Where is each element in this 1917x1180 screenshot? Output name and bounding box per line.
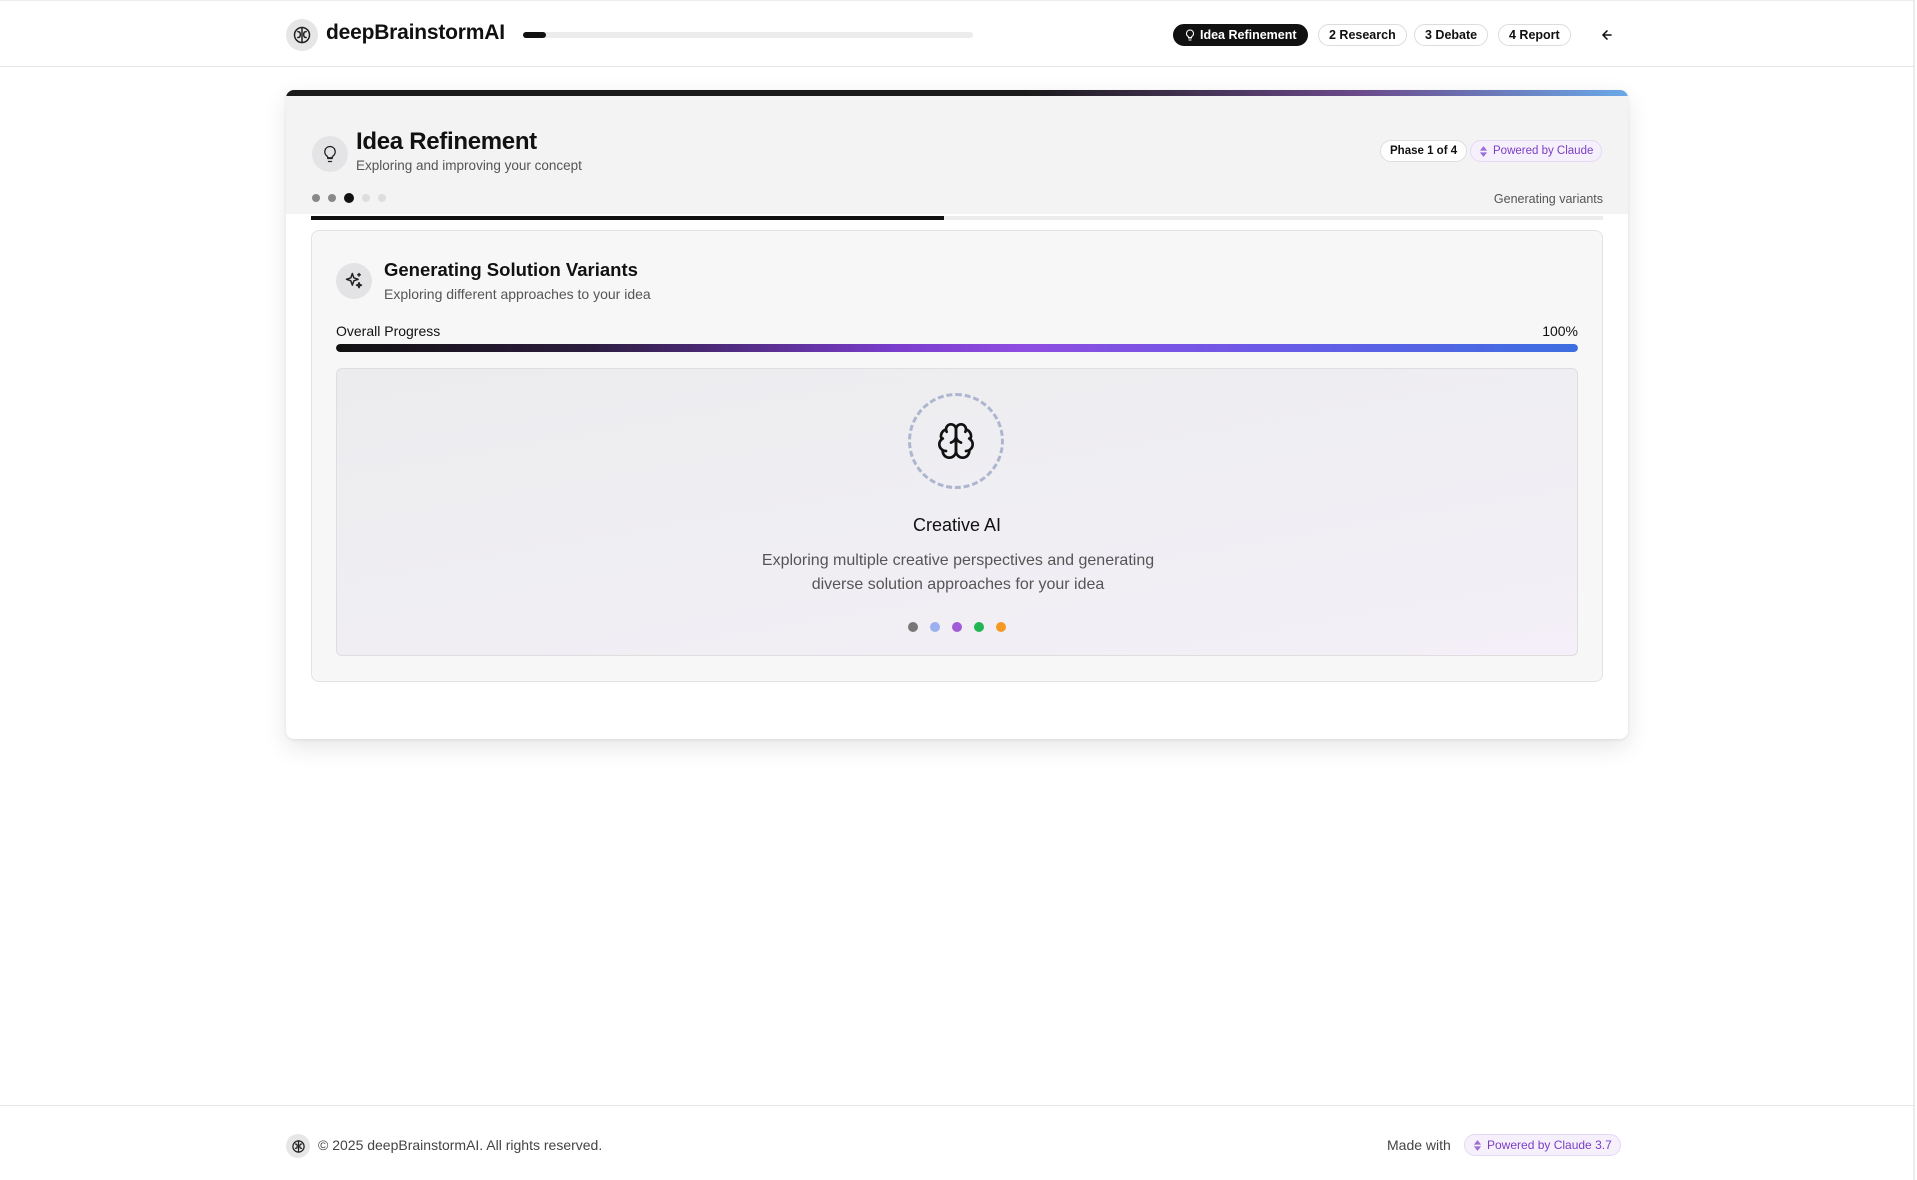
variants-title: Generating Solution Variants — [384, 259, 638, 280]
loading-dot — [996, 622, 1006, 632]
step-dot-current — [344, 193, 354, 203]
powered-by-badge[interactable]: Powered by Claude 3.7 — [1464, 1134, 1621, 1156]
nav-label: 3 Debate — [1425, 28, 1478, 42]
nav-label: 4 Report — [1509, 28, 1560, 42]
phase-progress-fill — [311, 216, 944, 220]
overall-progress-fill — [336, 344, 1578, 352]
lightbulb-icon — [1186, 29, 1194, 41]
loading-dot — [974, 622, 984, 632]
nav-label: 2 Research — [1329, 28, 1396, 42]
loading-dots — [337, 622, 1577, 632]
brand-name[interactable]: deepBrainstormAI — [326, 21, 505, 45]
sort-arrows-icon — [1473, 1139, 1482, 1151]
top-progress-bar — [523, 32, 973, 38]
loading-dot — [930, 622, 940, 632]
phase-header: Idea Refinement Exploring and improving … — [286, 96, 1628, 220]
creative-ai-panel: Creative AI Exploring multiple creative … — [336, 368, 1578, 656]
step-indicator — [312, 193, 386, 203]
arrow-left-icon — [1602, 30, 1612, 40]
creative-ai-title: Creative AI — [912, 515, 1002, 535]
phase-progress-bar — [311, 216, 1603, 220]
nav-label: Idea Refinement — [1200, 28, 1297, 42]
back-button[interactable] — [1595, 23, 1619, 47]
footer: © 2025 deepBrainstormAI. All rights rese… — [0, 1105, 1915, 1180]
overall-progress-value: 100% — [1542, 323, 1578, 339]
sparkles-icon — [336, 263, 372, 299]
nav-research[interactable]: 2 Research — [1318, 24, 1407, 46]
powered-by-label: Powered by Claude — [1493, 145, 1594, 157]
nav-report[interactable]: 4 Report — [1498, 24, 1571, 46]
made-with-text: Made with — [1387, 1137, 1451, 1153]
sort-arrows-icon — [1479, 145, 1488, 157]
brain-icon — [286, 1134, 310, 1158]
nav-idea-refinement[interactable]: Idea Refinement — [1173, 24, 1308, 46]
step-dot — [312, 194, 320, 202]
nav-debate[interactable]: 3 Debate — [1414, 24, 1489, 46]
step-status: Generating variants — [1493, 192, 1603, 206]
loading-dot — [908, 622, 918, 632]
overall-progress-bar — [336, 344, 1578, 352]
top-progress-fill — [523, 32, 546, 38]
brain-icon — [908, 393, 1004, 489]
phase-subtitle: Exploring and improving your concept — [356, 158, 582, 173]
step-dot — [378, 194, 386, 202]
brain-icon[interactable] — [286, 19, 318, 51]
step-dot — [362, 194, 370, 202]
phase-title: Idea Refinement — [356, 128, 537, 155]
powered-by-label: Powered by Claude 3.7 — [1487, 1138, 1612, 1152]
app-page: deepBrainstormAI Idea Refinement 2 Resea… — [0, 0, 1917, 1180]
step-dot — [328, 194, 336, 202]
lightbulb-icon — [312, 136, 348, 172]
overall-progress-label: Overall Progress — [336, 323, 441, 339]
copyright-text: © 2025 deepBrainstormAI. All rights rese… — [318, 1137, 603, 1153]
phase-badge: Phase 1 of 4 — [1380, 140, 1468, 162]
variants-subtitle: Exploring different approaches to your i… — [384, 286, 651, 302]
phase-card: Idea Refinement Exploring and improving … — [286, 90, 1628, 739]
top-header: deepBrainstormAI Idea Refinement 2 Resea… — [0, 0, 1915, 67]
loading-dot — [952, 622, 962, 632]
creative-ai-description: Exploring multiple creative perspectives… — [761, 552, 1155, 593]
variants-card: Generating Solution Variants Exploring d… — [311, 230, 1603, 682]
powered-by-badge: Powered by Claude — [1470, 140, 1603, 162]
